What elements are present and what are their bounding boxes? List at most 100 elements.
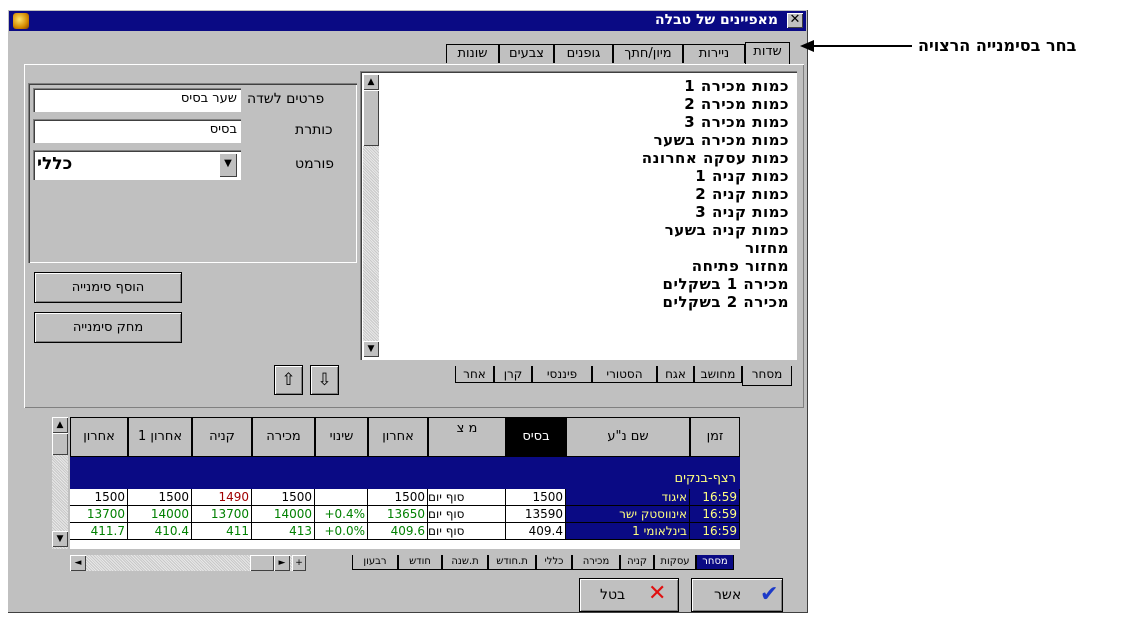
list-tab-financial[interactable]: פיננסי: [532, 366, 592, 383]
list-item[interactable]: כמות עסקה אחרונה: [382, 149, 789, 167]
sheet-tab-month-ret[interactable]: ת.חודש: [488, 555, 536, 570]
scroll-down-icon[interactable]: ▼: [52, 531, 68, 547]
list-tab-historical[interactable]: הסטורי: [592, 366, 657, 383]
checkmark-icon: ✔: [760, 582, 779, 607]
column-header[interactable]: שינוי: [315, 417, 368, 457]
list-item[interactable]: כמות קניה 3: [382, 203, 789, 221]
column-header[interactable]: שם נ"ע: [566, 417, 690, 457]
tab-colors[interactable]: צבעים: [499, 44, 554, 63]
list-item[interactable]: כמות מכירה 2: [382, 95, 789, 113]
caption-label: כותרת: [295, 122, 333, 138]
cell-change: +0.0%: [315, 523, 368, 540]
list-tab-bonds[interactable]: אגח: [657, 366, 694, 383]
cancel-label: בטל: [600, 587, 626, 603]
cell-name: איגוד: [566, 489, 690, 506]
table-row[interactable]: 16:59 איגוד 1500 סוף יום 1500 1500 1490 …: [70, 489, 740, 506]
remove-bookmark-button[interactable]: מחק סימנייה: [34, 312, 182, 343]
format-label: פורמט: [295, 156, 335, 172]
cell-last1: 410.4: [128, 523, 192, 540]
column-header[interactable]: מכירה: [252, 417, 315, 457]
cell-last2: 411.7: [70, 523, 128, 540]
scroll-up-icon[interactable]: ▲: [52, 417, 68, 433]
format-select-value: כללי: [37, 154, 73, 174]
column-header-selected[interactable]: בסיס: [506, 417, 566, 457]
group-row: רצף-בנקים: [70, 457, 740, 489]
list-item[interactable]: מחזור פתיחה: [382, 257, 789, 275]
sheet-tab-year-ret[interactable]: ת.שנה: [442, 555, 488, 570]
cell-change: +0.4%: [315, 506, 368, 523]
list-item[interactable]: מכירה 1 בשקלים: [382, 275, 789, 293]
list-tab-computed[interactable]: מחושב: [694, 366, 742, 383]
ok-button[interactable]: אשר ✔: [691, 578, 783, 612]
scroll-up-icon[interactable]: ▲: [363, 74, 379, 90]
list-item[interactable]: כמות קניה בשער: [382, 221, 789, 239]
list-item[interactable]: כמות קניה 2: [382, 185, 789, 203]
cell-base: 13590: [506, 506, 566, 523]
sheet-tab-general[interactable]: כללי: [536, 555, 572, 570]
format-select[interactable]: כללי: [33, 150, 241, 180]
list-item[interactable]: כמות קניה 1: [382, 167, 789, 185]
table-hscroll-thumb[interactable]: [250, 555, 274, 571]
column-header[interactable]: מ צ: [428, 417, 506, 457]
list-tab-fund[interactable]: קרן: [494, 366, 532, 383]
scroll-thumb[interactable]: [363, 90, 379, 146]
table-row[interactable]: 16:59 בינלאומי 1 409.4 סוף יום 409.6 +0.…: [70, 523, 740, 540]
scroll-down-icon[interactable]: ▼: [363, 341, 379, 357]
move-up-button[interactable]: ⇧: [274, 365, 303, 395]
table-row[interactable]: 16:59 אינווסטק ישר 13590 סוף יום 13650 +…: [70, 506, 740, 523]
field-list-items: כמות מכירה 1 כמות מכירה 2 כמות מכירה 3 כ…: [382, 77, 789, 311]
add-bookmark-button[interactable]: הוסף סימנייה: [34, 272, 182, 303]
cell-change: [315, 489, 368, 506]
tab-sort-filter[interactable]: מיון/חתך: [613, 44, 683, 63]
cancel-button[interactable]: בטל ✕: [579, 578, 679, 612]
cell-last: 1500: [368, 489, 428, 506]
list-item[interactable]: מחזור: [382, 239, 789, 257]
close-icon[interactable]: ✕: [787, 13, 803, 28]
cell-last1: 14000: [128, 506, 192, 523]
scroll-left-icon[interactable]: ◄: [70, 555, 86, 571]
ok-label: אשר: [714, 587, 742, 603]
list-item[interactable]: כמות מכירה 1: [382, 77, 789, 95]
cell-time: 16:59: [690, 506, 740, 523]
field-name-input[interactable]: שער בסיס: [33, 88, 241, 112]
column-header[interactable]: אחרון: [70, 417, 128, 457]
preview-table[interactable]: זמן שם נ"ע בסיס מ צ אחרון שינוי מכירה קנ…: [70, 417, 740, 549]
chevron-down-icon[interactable]: ▼: [219, 153, 237, 177]
tab-securities[interactable]: ניירות: [683, 44, 745, 63]
sheet-tab-trading[interactable]: מסחר: [696, 555, 734, 570]
move-down-button[interactable]: ⇩: [310, 365, 339, 395]
list-item[interactable]: כמות מכירה 3: [382, 113, 789, 131]
column-header[interactable]: זמן: [690, 417, 740, 457]
app-icon: [13, 13, 29, 29]
column-header[interactable]: אחרון: [368, 417, 428, 457]
list-tab-other[interactable]: אחר: [455, 366, 494, 383]
list-item[interactable]: כמות מכירה בשער: [382, 131, 789, 149]
field-list[interactable]: ▲ ▼ כמות מכירה 1 כמות מכירה 2 כמות מכירה…: [360, 71, 797, 360]
callout-arrow-icon: [800, 40, 814, 52]
cancel-x-icon: ✕: [648, 581, 667, 606]
sheet-tab-buy[interactable]: קניה: [620, 555, 654, 570]
cell-buy: 13700: [192, 506, 252, 523]
sheet-tab-quarter[interactable]: רבעון: [352, 555, 398, 570]
list-tab-trading[interactable]: מסחר: [742, 366, 792, 386]
column-header[interactable]: קניה: [192, 417, 252, 457]
cell-time: 16:59: [690, 489, 740, 506]
cell-base: 409.4: [506, 523, 566, 540]
sheet-tab-deals[interactable]: עסקות: [654, 555, 696, 570]
scroll-right-icon[interactable]: ►: [274, 555, 290, 571]
caption-input[interactable]: בסיס: [33, 119, 241, 143]
tab-misc[interactable]: שונות: [446, 44, 499, 63]
table-vscroll-thumb[interactable]: [52, 433, 68, 455]
list-item[interactable]: מכירה 2 בשקלים: [382, 293, 789, 311]
group-label: רצף-בנקים: [674, 471, 736, 486]
sheet-tab-month[interactable]: חודש: [398, 555, 442, 570]
tab-fields[interactable]: שדות: [745, 42, 790, 64]
sheet-tab-sell[interactable]: מכירה: [572, 555, 620, 570]
add-sheet-icon[interactable]: +: [292, 555, 306, 571]
cell-last2: 1500: [70, 489, 128, 506]
tab-fonts[interactable]: גופנים: [554, 44, 613, 63]
column-header[interactable]: אחרון 1: [128, 417, 192, 457]
cell-buy: 411: [192, 523, 252, 540]
title-bar: מאפיינים של טבלה ✕: [9, 11, 806, 31]
cell-buy: 1490: [192, 489, 252, 506]
